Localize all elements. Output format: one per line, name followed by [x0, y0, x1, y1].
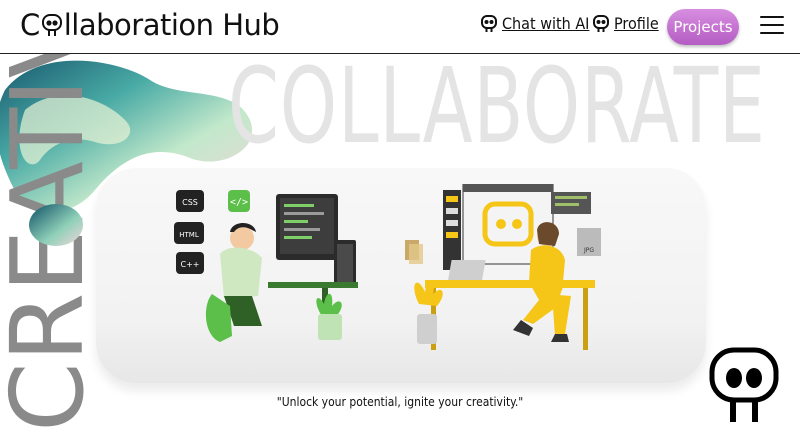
- hero-tagline: "Unlock your potential, ignite your crea…: [276, 395, 524, 409]
- html-badge-label: HTML: [179, 231, 199, 239]
- brand-name: llaboration Hub: [63, 8, 280, 42]
- designer-illustration: JPG: [405, 184, 601, 350]
- css-badge-label: CSS: [182, 198, 198, 207]
- top-navbar: C llaboration Hub Chat with AI Profile P…: [0, 0, 800, 54]
- brand-initial: C: [20, 8, 40, 42]
- html-badge: HTML: [174, 222, 204, 244]
- cpp-badge-label: C++: [181, 260, 200, 269]
- brand-mascot-icon: [41, 14, 62, 36]
- css-badge: CSS: [176, 190, 204, 212]
- svg-text:</>: </>: [230, 197, 248, 208]
- projects-button[interactable]: Projects: [667, 9, 739, 45]
- cpp-badge: C++: [176, 252, 204, 274]
- nav-chat-with-ai[interactable]: Chat with AI: [480, 14, 589, 33]
- blob-orb: [29, 204, 83, 246]
- nav-profile[interactable]: Profile: [592, 14, 659, 33]
- jpg-file-label: JPG: [583, 247, 594, 254]
- brand-logo[interactable]: C llaboration Hub: [20, 8, 280, 42]
- background-word: COLLABORATE: [228, 45, 766, 167]
- nav-chat-label: Chat with AI: [502, 14, 590, 33]
- mascot-icon: [481, 14, 497, 32]
- mascot-icon: [593, 14, 609, 32]
- developer-illustration: CSS HTML C++ </>: [174, 190, 358, 342]
- mascot-logo-icon: [709, 347, 779, 422]
- hamburger-menu-icon[interactable]: [760, 16, 784, 36]
- nav-profile-label: Profile: [614, 14, 659, 33]
